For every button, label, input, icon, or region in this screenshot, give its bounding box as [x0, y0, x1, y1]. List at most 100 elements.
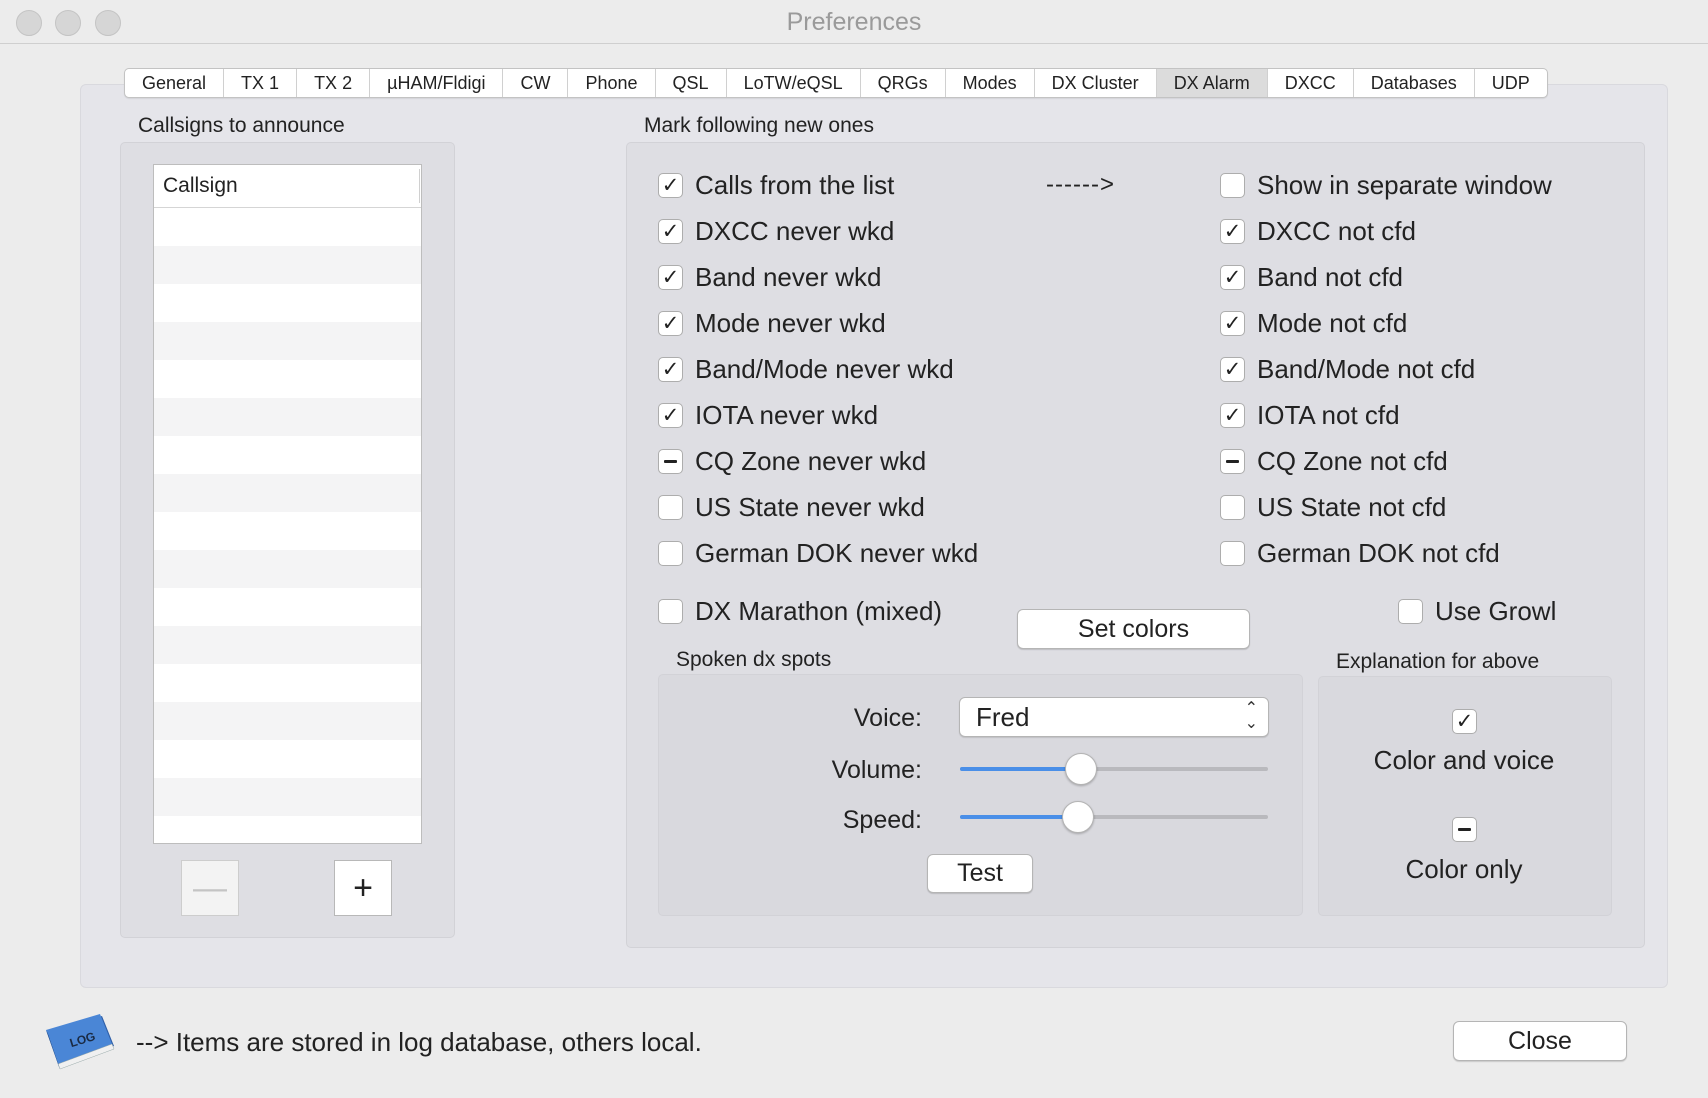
volume-slider-knob[interactable] — [1065, 753, 1098, 785]
german-dok-not-cfd-checkbox[interactable]: German DOK not cfd — [1220, 538, 1500, 569]
set-colors-button[interactable]: Set colors — [1017, 609, 1250, 649]
use-growl-label: Use Growl — [1435, 596, 1557, 626]
mode-not-cfd-label: Mode not cfd — [1257, 308, 1408, 338]
table-row[interactable] — [154, 208, 421, 246]
checkbox-box[interactable]: ✓ — [1220, 265, 1245, 290]
tab-udp[interactable]: UDP — [1475, 69, 1547, 97]
tab-phone[interactable]: Phone — [568, 69, 656, 97]
checkbox-box[interactable]: ✓ — [1220, 403, 1245, 428]
table-row[interactable] — [154, 664, 421, 702]
mode-never-wkd-label: Mode never wkd — [695, 308, 886, 338]
window-title: Preferences — [786, 8, 922, 36]
arrow-text: ------> — [1046, 171, 1115, 198]
table-row[interactable] — [154, 474, 421, 512]
color-and-voice-sample-checkbox[interactable]: ✓ — [1452, 709, 1477, 734]
band-never-wkd-checkbox[interactable]: ✓ Band never wkd — [658, 262, 881, 293]
tab-qrgs[interactable]: QRGs — [861, 69, 946, 97]
tab-modes[interactable]: Modes — [946, 69, 1035, 97]
checkbox-box[interactable]: ✓ — [1220, 219, 1245, 244]
table-row[interactable] — [154, 360, 421, 398]
tab-tx-1[interactable]: TX 1 — [224, 69, 298, 97]
use-growl-checkbox[interactable]: Use Growl — [1398, 596, 1556, 627]
us-state-not-cfd-label: US State not cfd — [1257, 492, 1447, 522]
checkbox-box[interactable]: ✓ — [1220, 311, 1245, 336]
tab-dx-cluster[interactable]: DX Cluster — [1035, 69, 1157, 97]
table-row[interactable] — [154, 284, 421, 322]
checkbox-box[interactable] — [1220, 495, 1245, 520]
color-only-sample-checkbox[interactable] — [1452, 817, 1477, 842]
cq-zone-never-wkd-checkbox[interactable]: CQ Zone never wkd — [658, 446, 926, 477]
checkbox-box[interactable]: ✓ — [658, 357, 683, 382]
table-row[interactable] — [154, 550, 421, 588]
table-row[interactable] — [154, 702, 421, 740]
calls-from-the-list-checkbox[interactable]: ✓ Calls from the list — [658, 170, 894, 201]
checkbox-box[interactable] — [1220, 173, 1245, 198]
tab-µham-fldigi[interactable]: µHAM/Fldigi — [370, 69, 504, 97]
table-row[interactable] — [154, 322, 421, 360]
iota-never-wkd-label: IOTA never wkd — [695, 400, 879, 430]
cq-zone-not-cfd-checkbox[interactable]: CQ Zone not cfd — [1220, 446, 1448, 477]
tab-bar: General TX 1 TX 2 µHAM/Fldigi CW Phone QSL LoTW… — [124, 68, 1548, 98]
tab-cw[interactable]: CW — [503, 69, 569, 97]
tab-databases[interactable]: Databases — [1354, 69, 1475, 97]
checkbox-box[interactable]: ✓ — [658, 219, 683, 244]
iota-not-cfd-checkbox[interactable]: ✓ IOTA not cfd — [1220, 400, 1400, 431]
tab-dxcc[interactable]: DXCC — [1268, 69, 1354, 97]
checkbox-box[interactable]: ✓ — [658, 265, 683, 290]
checkbox-box[interactable] — [658, 541, 683, 566]
checkbox-box[interactable] — [658, 449, 683, 474]
table-row[interactable] — [154, 626, 421, 664]
color-only-label: Color only — [1405, 854, 1523, 884]
speed-slider-track — [960, 815, 1268, 819]
checkbox-box[interactable]: ✓ — [658, 311, 683, 336]
speed-slider-fill — [960, 815, 1078, 819]
add-callsign-button[interactable]: + — [334, 860, 392, 916]
dxcc-not-cfd-checkbox[interactable]: ✓ DXCC not cfd — [1220, 216, 1416, 247]
checkbox-box[interactable] — [658, 599, 683, 624]
speed-slider-knob[interactable] — [1062, 801, 1095, 833]
remove-callsign-button[interactable]: — — [181, 860, 239, 916]
checkbox-box[interactable] — [1398, 599, 1423, 624]
table-row[interactable] — [154, 512, 421, 550]
show-in-separate-window-checkbox[interactable]: Show in separate window — [1220, 170, 1552, 201]
speed-slider[interactable] — [960, 801, 1268, 845]
table-row[interactable] — [154, 398, 421, 436]
iota-never-wkd-checkbox[interactable]: ✓ IOTA never wkd — [658, 400, 878, 431]
callsign-column-header[interactable]: Callsign — [154, 165, 421, 208]
table-row[interactable] — [154, 740, 421, 778]
checkbox-box[interactable]: ✓ — [1220, 357, 1245, 382]
german-dok-never-wkd-checkbox[interactable]: German DOK never wkd — [658, 538, 978, 569]
mode-never-wkd-checkbox[interactable]: ✓ Mode never wkd — [658, 308, 886, 339]
test-voice-button[interactable]: Test — [927, 854, 1033, 893]
us-state-never-wkd-checkbox[interactable]: US State never wkd — [658, 492, 925, 523]
band-not-cfd-checkbox[interactable]: ✓ Band not cfd — [1220, 262, 1403, 293]
table-row[interactable] — [154, 778, 421, 816]
checkbox-box[interactable] — [1220, 449, 1245, 474]
dxcc-not-cfd-label: DXCC not cfd — [1257, 216, 1416, 246]
close-button[interactable]: Close — [1453, 1021, 1627, 1061]
tab-tx-2[interactable]: TX 2 — [297, 69, 371, 97]
tab-dx-alarm[interactable]: DX Alarm — [1156, 69, 1268, 97]
tab-lotw-eqsl[interactable]: LoTW/eQSL — [727, 69, 861, 97]
table-row[interactable] — [154, 246, 421, 284]
table-row[interactable] — [154, 816, 421, 843]
us-state-not-cfd-checkbox[interactable]: US State not cfd — [1220, 492, 1446, 523]
table-row[interactable] — [154, 588, 421, 626]
band-mode-not-cfd-checkbox[interactable]: ✓ Band/Mode not cfd — [1220, 354, 1475, 385]
table-row[interactable] — [154, 436, 421, 474]
voice-label: Voice: — [853, 704, 922, 732]
dx-marathon-checkbox[interactable]: DX Marathon (mixed) — [658, 596, 942, 627]
checkbox-box[interactable] — [658, 495, 683, 520]
band-mode-never-wkd-label: Band/Mode never wkd — [695, 354, 954, 384]
callsign-table[interactable]: Callsign — [153, 164, 422, 844]
checkbox-box[interactable]: ✓ — [658, 403, 683, 428]
checkbox-box[interactable]: ✓ — [658, 173, 683, 198]
voice-select[interactable]: Fred ⌃ ⌄ — [959, 697, 1269, 737]
band-mode-never-wkd-checkbox[interactable]: ✓ Band/Mode never wkd — [658, 354, 954, 385]
mode-not-cfd-checkbox[interactable]: ✓ Mode not cfd — [1220, 308, 1407, 339]
tab-qsl[interactable]: QSL — [656, 69, 727, 97]
checkbox-box[interactable] — [1220, 541, 1245, 566]
volume-slider[interactable] — [960, 753, 1268, 797]
dxcc-never-wkd-checkbox[interactable]: ✓ DXCC never wkd — [658, 216, 894, 247]
tab-general[interactable]: General — [125, 69, 225, 97]
